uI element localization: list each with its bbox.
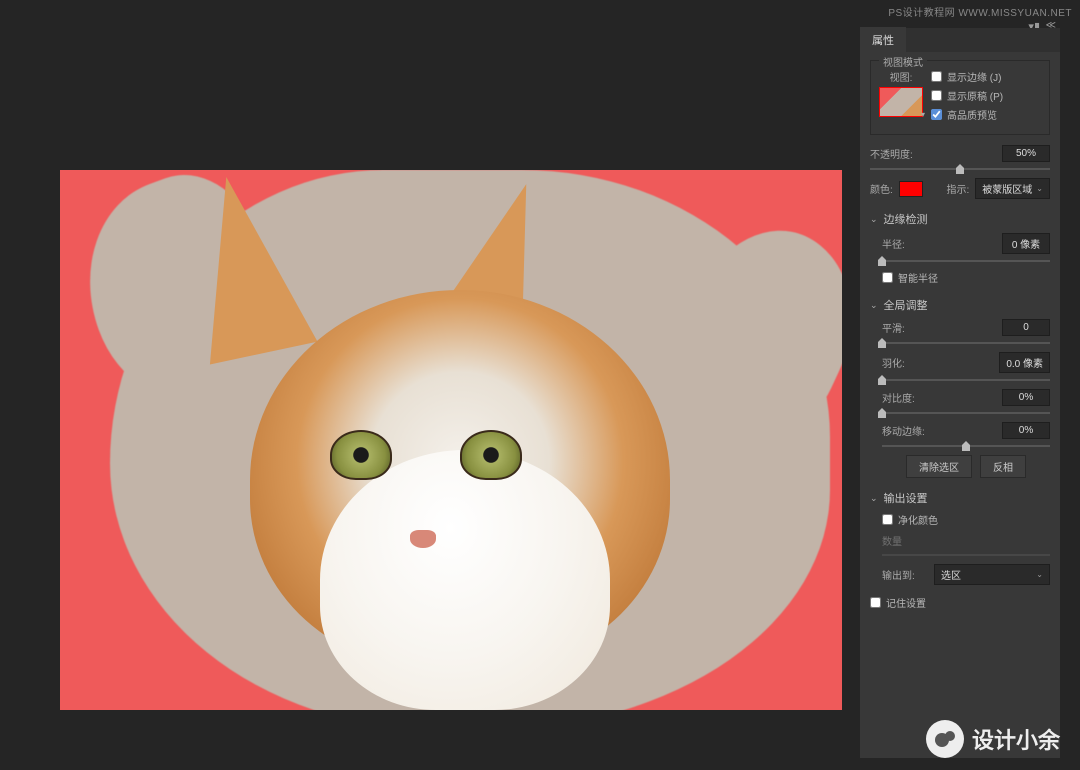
radius-value[interactable]: 0 像素 xyxy=(1002,233,1050,254)
image-content xyxy=(410,530,436,548)
smooth-value[interactable]: 0 xyxy=(1002,319,1050,336)
panel-header: 属性 xyxy=(860,28,1060,52)
checkbox-input[interactable] xyxy=(931,71,942,82)
shift-edge-slider[interactable] xyxy=(882,445,1050,447)
feather-slider[interactable] xyxy=(882,379,1050,381)
indicate-label: 指示: xyxy=(947,181,970,196)
properties-panel: ▾▮ ≪ 属性 视图模式 视图: ▾ 显示边缘 (J) xyxy=(860,28,1060,758)
checkbox-label: 记住设置 xyxy=(886,595,926,610)
checkbox-input[interactable] xyxy=(931,90,942,101)
smart-radius-checkbox[interactable]: 智能半径 xyxy=(882,270,1050,285)
image-content xyxy=(460,430,522,480)
checkbox-label: 显示边缘 (J) xyxy=(947,69,1001,84)
checkbox-input[interactable] xyxy=(870,597,881,608)
view-mode-title: 视图模式 xyxy=(879,54,927,69)
watermark-top: PS设计教程网 WWW.MISSYUAN.NET xyxy=(888,4,1072,19)
view-thumbnail-label: 视图: xyxy=(890,69,913,84)
color-label: 颜色: xyxy=(870,181,893,196)
section-title: 边缘检测 xyxy=(884,211,928,227)
output-to-label: 输出到: xyxy=(882,567,928,582)
contrast-value[interactable]: 0% xyxy=(1002,389,1050,406)
smooth-slider[interactable] xyxy=(882,342,1050,344)
invert-button[interactable]: 反相 xyxy=(980,455,1026,478)
purify-colors-checkbox[interactable]: 净化颜色 xyxy=(882,512,1050,527)
opacity-slider[interactable] xyxy=(870,168,1050,170)
opacity-label: 不透明度: xyxy=(870,146,916,161)
image-content xyxy=(320,450,610,710)
global-adjust-section[interactable]: ⌄ 全局调整 xyxy=(870,297,1050,313)
image-content xyxy=(330,430,392,480)
radius-slider[interactable] xyxy=(882,260,1050,262)
shift-edge-value[interactable]: 0% xyxy=(1002,422,1050,439)
output-settings-section[interactable]: ⌄ 输出设置 xyxy=(870,490,1050,506)
contrast-slider[interactable] xyxy=(882,412,1050,414)
wechat-icon xyxy=(926,720,964,758)
panel-tab-properties[interactable]: 属性 xyxy=(860,27,906,53)
checkbox-input[interactable] xyxy=(882,514,893,525)
show-edge-checkbox[interactable]: 显示边缘 (J) xyxy=(931,69,1041,84)
amount-slider xyxy=(882,554,1050,556)
opacity-value[interactable]: 50% xyxy=(1002,145,1050,162)
feather-label: 羽化: xyxy=(882,355,928,370)
color-swatch[interactable] xyxy=(899,181,923,197)
edge-detection-section[interactable]: ⌄ 边缘检测 xyxy=(870,211,1050,227)
checkbox-label: 高品质预览 xyxy=(947,107,997,122)
chevron-down-icon: ⌄ xyxy=(870,493,878,504)
feather-value[interactable]: 0.0 像素 xyxy=(999,352,1050,373)
checkbox-input[interactable] xyxy=(931,109,942,120)
section-title: 全局调整 xyxy=(884,297,928,313)
checkbox-label: 净化颜色 xyxy=(898,512,938,527)
show-original-checkbox[interactable]: 显示原稿 (P) xyxy=(931,88,1041,103)
watermark-bottom: 设计小余 xyxy=(926,720,1060,758)
view-mode-thumbnail[interactable]: ▾ xyxy=(879,87,923,117)
amount-label: 数量 xyxy=(882,533,902,548)
chevron-down-icon: ▾ xyxy=(921,110,925,119)
clear-selection-button[interactable]: 清除选区 xyxy=(906,455,972,478)
chevron-down-icon: ⌄ xyxy=(870,300,878,311)
contrast-label: 对比度: xyxy=(882,390,928,405)
remember-settings-checkbox[interactable]: 记住设置 xyxy=(870,595,1050,610)
smooth-label: 平滑: xyxy=(882,320,928,335)
view-mode-group: 视图模式 视图: ▾ 显示边缘 (J) 显示原稿 (P) xyxy=(870,60,1050,135)
chevron-down-icon: ⌄ xyxy=(1036,570,1043,579)
checkbox-input[interactable] xyxy=(882,272,893,283)
high-quality-checkbox[interactable]: 高品质预览 xyxy=(931,107,1041,122)
shift-edge-label: 移动边缘: xyxy=(882,423,938,438)
checkbox-label: 智能半径 xyxy=(898,270,938,285)
watermark-text: 设计小余 xyxy=(972,723,1060,755)
canvas-workspace[interactable] xyxy=(60,170,842,710)
chevron-down-icon: ⌄ xyxy=(870,214,878,225)
chevron-down-icon: ⌄ xyxy=(1036,184,1043,193)
section-title: 输出设置 xyxy=(884,490,928,506)
indicate-dropdown[interactable]: 被蒙版区域 ⌄ xyxy=(975,178,1050,199)
output-to-dropdown[interactable]: 选区 ⌄ xyxy=(934,564,1050,585)
checkbox-label: 显示原稿 (P) xyxy=(947,88,1003,103)
dropdown-value: 选区 xyxy=(941,567,961,582)
radius-label: 半径: xyxy=(882,236,928,251)
dropdown-value: 被蒙版区域 xyxy=(982,181,1032,196)
